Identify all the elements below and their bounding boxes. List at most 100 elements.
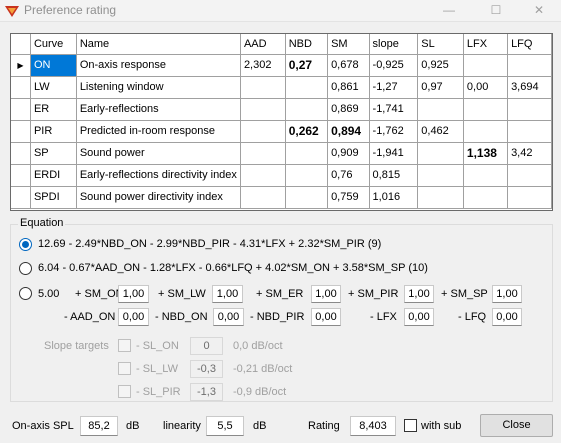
cell-slope[interactable]: -1,27 bbox=[369, 76, 419, 99]
cell-aad[interactable]: 2,302 bbox=[240, 54, 286, 77]
cell-lfx[interactable] bbox=[463, 186, 509, 209]
cell-sm[interactable]: 0,76 bbox=[327, 164, 370, 187]
sl-pir-checkbox[interactable] bbox=[118, 385, 131, 398]
aad-on-coefficient-input[interactable]: 0,00 bbox=[118, 308, 149, 326]
cell-curve[interactable]: SP bbox=[30, 142, 77, 165]
nbd-on-coefficient-input[interactable]: 0,00 bbox=[213, 308, 244, 326]
on-axis-spl-input[interactable]: 85,2 bbox=[80, 416, 118, 436]
cell-aad[interactable] bbox=[240, 186, 286, 209]
sm-lw-coefficient-input[interactable]: 1,00 bbox=[212, 285, 243, 303]
col-header-lfx[interactable]: LFX bbox=[463, 34, 509, 55]
equation-option-9-label[interactable]: 12.69 - 2.49*NBD_ON - 2.99*NBD_PIR - 4.3… bbox=[38, 238, 381, 250]
sm-pir-coefficient-input[interactable]: 1,00 bbox=[404, 285, 434, 303]
cell-name[interactable]: Listening window bbox=[76, 76, 241, 99]
cell-curve[interactable]: ERDI bbox=[30, 164, 77, 187]
cell-curve[interactable]: LW bbox=[30, 76, 77, 99]
cell-lfq[interactable] bbox=[507, 186, 552, 209]
table-row-er[interactable]: ER Early-reflections 0,869 -1,741 bbox=[11, 98, 552, 121]
equation-custom-radio[interactable] bbox=[19, 287, 32, 300]
equation-option-10-label[interactable]: 6.04 - 0.67*AAD_ON - 1.28*LFX - 0.66*LFQ… bbox=[38, 262, 428, 274]
cell-lfq[interactable]: 3,694 bbox=[507, 76, 552, 99]
with-sub-checkbox[interactable] bbox=[404, 419, 417, 432]
cell-sm[interactable]: 0,909 bbox=[327, 142, 370, 165]
cell-sl[interactable] bbox=[417, 98, 464, 121]
close-button[interactable]: Close bbox=[480, 414, 553, 437]
cell-curve[interactable]: SPDI bbox=[30, 186, 77, 209]
sm-er-coefficient-input[interactable]: 1,00 bbox=[311, 285, 341, 303]
cell-sl[interactable]: 0,925 bbox=[417, 54, 464, 77]
table-row-pir[interactable]: PIR Predicted in-room response 0,262 0,8… bbox=[11, 120, 552, 143]
cell-sm[interactable]: 0,759 bbox=[327, 186, 370, 209]
cell-slope[interactable]: 0,815 bbox=[369, 164, 419, 187]
cell-curve[interactable]: PIR bbox=[30, 120, 77, 143]
cell-lfq[interactable]: 3,42 bbox=[507, 142, 552, 165]
cell-sl[interactable]: 0,462 bbox=[417, 120, 464, 143]
cell-aad[interactable] bbox=[240, 120, 286, 143]
col-header-sm[interactable]: SM bbox=[327, 34, 370, 55]
cell-lfx[interactable]: 1,138 bbox=[463, 142, 509, 165]
cell-aad[interactable] bbox=[240, 76, 286, 99]
col-header-curve[interactable]: Curve bbox=[30, 34, 77, 55]
cell-name[interactable]: Early-reflections bbox=[76, 98, 241, 121]
sl-on-checkbox[interactable] bbox=[118, 339, 131, 352]
col-header-name[interactable]: Name bbox=[76, 34, 241, 55]
cell-nbd[interactable] bbox=[285, 98, 329, 121]
cell-nbd[interactable] bbox=[285, 76, 329, 99]
cell-sm[interactable]: 0,861 bbox=[327, 76, 370, 99]
cell-lfx[interactable] bbox=[463, 120, 509, 143]
cell-name[interactable]: Early-reflections directivity index bbox=[76, 164, 241, 187]
cell-lfq[interactable] bbox=[507, 164, 552, 187]
sm-sp-coefficient-input[interactable]: 1,00 bbox=[492, 285, 522, 303]
cell-lfx[interactable]: 0,00 bbox=[463, 76, 509, 99]
col-header-slope[interactable]: slope bbox=[369, 34, 419, 55]
sl-lw-checkbox[interactable] bbox=[118, 362, 131, 375]
cell-aad[interactable] bbox=[240, 164, 286, 187]
cell-nbd[interactable] bbox=[285, 186, 329, 209]
cell-lfx[interactable] bbox=[463, 164, 509, 187]
cell-sl[interactable]: 0,97 bbox=[417, 76, 464, 99]
results-grid[interactable]: Curve Name AAD NBD SM slope SL LFX LFQ ▶… bbox=[10, 33, 553, 211]
cell-slope[interactable]: -1,741 bbox=[369, 98, 419, 121]
cell-nbd[interactable]: 0,262 bbox=[285, 120, 329, 143]
cell-lfx[interactable] bbox=[463, 98, 509, 121]
cell-lfq[interactable] bbox=[507, 54, 552, 77]
cell-sl[interactable] bbox=[417, 186, 464, 209]
cell-name[interactable]: Sound power bbox=[76, 142, 241, 165]
cell-curve[interactable]: ER bbox=[30, 98, 77, 121]
cell-lfq[interactable] bbox=[507, 98, 552, 121]
cell-slope[interactable]: -0,925 bbox=[369, 54, 419, 77]
sl-pir-target-input[interactable]: -1,3 bbox=[190, 383, 223, 401]
cell-lfq[interactable] bbox=[507, 120, 552, 143]
sl-lw-target-input[interactable]: -0,3 bbox=[190, 360, 223, 378]
maximize-button[interactable]: ☐ bbox=[474, 0, 518, 22]
cell-slope[interactable]: -1,941 bbox=[369, 142, 419, 165]
cell-sl[interactable] bbox=[417, 164, 464, 187]
col-header-nbd[interactable]: NBD bbox=[285, 34, 329, 55]
cell-sm[interactable]: 0,894 bbox=[327, 120, 370, 143]
cell-name[interactable]: Predicted in-room response bbox=[76, 120, 241, 143]
cell-sl[interactable] bbox=[417, 142, 464, 165]
col-header-sl[interactable]: SL bbox=[417, 34, 464, 55]
cell-slope[interactable]: 1,016 bbox=[369, 186, 419, 209]
cell-aad[interactable] bbox=[240, 98, 286, 121]
close-window-button[interactable]: ✕ bbox=[517, 0, 561, 22]
cell-slope[interactable]: -1,762 bbox=[369, 120, 419, 143]
nbd-pir-coefficient-input[interactable]: 0,00 bbox=[311, 308, 341, 326]
cell-aad[interactable] bbox=[240, 142, 286, 165]
minimize-button[interactable]: — bbox=[427, 0, 471, 22]
cell-name[interactable]: Sound power directivity index bbox=[76, 186, 241, 209]
equation-option-9-radio[interactable] bbox=[19, 238, 32, 251]
col-header-lfq[interactable]: LFQ bbox=[507, 34, 552, 55]
table-row-erdi[interactable]: ERDI Early-reflections directivity index… bbox=[11, 164, 552, 187]
cell-name[interactable]: On-axis response bbox=[76, 54, 241, 77]
cell-sm[interactable]: 0,678 bbox=[327, 54, 370, 77]
cell-sm[interactable]: 0,869 bbox=[327, 98, 370, 121]
table-row-on[interactable]: ▶ ON On-axis response 2,302 0,27 0,678 -… bbox=[11, 54, 552, 77]
cell-nbd[interactable]: 0,27 bbox=[285, 54, 329, 77]
sl-on-target-input[interactable]: 0 bbox=[190, 337, 223, 355]
cell-curve[interactable]: ON bbox=[30, 54, 77, 77]
lfq-coefficient-input[interactable]: 0,00 bbox=[492, 308, 522, 326]
equation-option-10-radio[interactable] bbox=[19, 262, 32, 275]
sm-on-coefficient-input[interactable]: 1,00 bbox=[118, 285, 149, 303]
cell-lfx[interactable] bbox=[463, 54, 509, 77]
